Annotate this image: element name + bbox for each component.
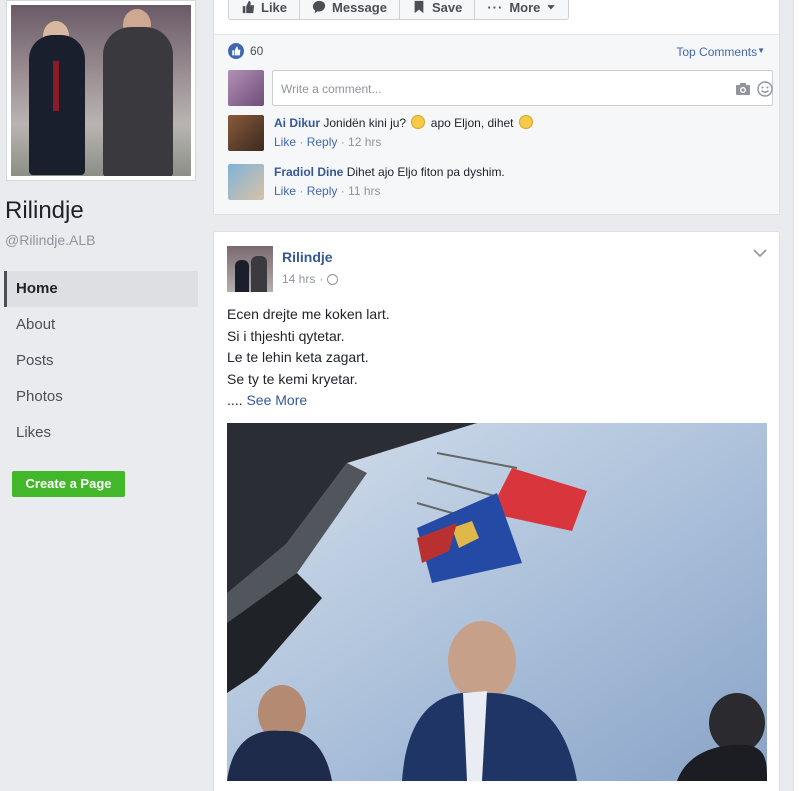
nav-item-likes[interactable]: Likes	[4, 415, 198, 451]
relieved-emoji-icon	[518, 115, 533, 129]
more-label: More	[509, 0, 541, 15]
left-sidebar: Rilindje @Rilindje.ALB Home About Posts …	[0, 0, 205, 791]
comment-item: Fradiol Dine Dihet ajo Eljo fiton pa dys…	[228, 164, 505, 200]
nav-item-photos[interactable]: Photos	[4, 379, 198, 415]
like-reaction-icon	[228, 43, 244, 59]
nav-item-about[interactable]: About	[4, 307, 198, 343]
comment-text-part1: Jonidën kini ju?	[323, 116, 407, 130]
comment-reply-link[interactable]: Reply	[307, 184, 338, 198]
post-text: Ecen drejte me koken lart. Si i thjeshti…	[227, 304, 390, 412]
save-label: Save	[431, 0, 463, 15]
user-avatar[interactable]	[228, 70, 264, 106]
post-card: Rilindje 14 hrs · Ecen drejte me koken l…	[213, 231, 780, 791]
chevron-down-icon	[547, 5, 556, 10]
message-label: Message	[332, 0, 387, 15]
comment-like-link[interactable]: Like	[274, 184, 296, 198]
message-bubble-icon	[312, 0, 326, 14]
post-author-avatar[interactable]	[227, 246, 273, 292]
message-button[interactable]: Message	[300, 0, 400, 19]
profile-photo-image	[11, 5, 191, 176]
save-button[interactable]: Save	[400, 0, 476, 19]
comment-input[interactable]: Write a comment...	[272, 70, 773, 106]
page-handle[interactable]: @Rilindje.ALB	[5, 232, 95, 248]
see-more-link[interactable]: See More	[246, 392, 307, 408]
comment-author[interactable]: Ai Dikur	[274, 116, 320, 130]
post-line: Le te lehin keta zagart.	[227, 349, 369, 365]
comment-author[interactable]: Fradiol Dine	[274, 165, 343, 179]
create-page-button[interactable]: Create a Page	[12, 471, 125, 497]
post-line: Si i thjeshti qytetar.	[227, 327, 345, 344]
commenter-avatar[interactable]	[228, 164, 264, 200]
like-page-button[interactable]: Like	[229, 0, 301, 19]
post-time[interactable]: 14 hrs	[282, 272, 315, 286]
chevron-down-icon[interactable]	[753, 248, 767, 258]
comment-placeholder: Write a comment...	[281, 82, 382, 96]
comment-text: Ai Dikur Jonidën kini ju? apo Eljon, dih…	[274, 115, 535, 131]
bookmark-icon	[414, 0, 424, 14]
post-meta: 14 hrs ·	[282, 272, 339, 286]
comment-item: Ai Dikur Jonidën kini ju? apo Eljon, dih…	[228, 115, 535, 151]
ellipsis-icon: ···	[487, 0, 504, 15]
comment-time[interactable]: 12 hrs	[348, 135, 381, 149]
nav-item-posts[interactable]: Posts	[4, 343, 198, 379]
like-page-label: Like	[261, 0, 288, 15]
camera-icon[interactable]	[735, 81, 751, 97]
previous-post-card: Like Message Save ··· More 60 Top Commen…	[213, 0, 780, 215]
top-comments-dropdown[interactable]: Top Comments▼	[676, 45, 765, 59]
caret-icon: ▼	[757, 46, 765, 55]
comment-body: Dihet ajo Eljo fiton pa dyshim.	[346, 165, 505, 179]
comment-text: Fradiol Dine Dihet ajo Eljo fiton pa dys…	[274, 164, 505, 180]
post-line: Se ty te kemi kryetar.	[227, 370, 358, 387]
top-comments-label: Top Comments	[676, 45, 758, 59]
comment-composer: Write a comment...	[228, 70, 773, 106]
profile-photo[interactable]	[6, 0, 196, 181]
see-more-prefix: ....	[227, 392, 243, 408]
nav-item-home[interactable]: Home	[4, 271, 198, 307]
post-photo-illustration	[227, 423, 767, 781]
comments-section: 60 Top Comments▼ Write a comment... Ai D…	[214, 35, 779, 214]
comment-time[interactable]: 11 hrs	[348, 184, 380, 198]
comment-actions: Like · Reply · 11 hrs	[274, 184, 381, 198]
more-button[interactable]: ··· More	[475, 0, 568, 19]
thumbs-up-icon	[242, 0, 255, 14]
commenter-avatar[interactable]	[228, 115, 264, 151]
emoji-icon[interactable]	[757, 81, 773, 97]
right-column-edge	[793, 0, 800, 791]
comment-like-link[interactable]: Like	[274, 135, 296, 149]
page-action-bar: Like Message Save ··· More	[228, 0, 570, 20]
comment-text-part2: apo Eljon, dihet	[430, 116, 514, 130]
separator: ·	[319, 272, 324, 286]
page-name[interactable]: Rilindje	[5, 197, 84, 225]
globe-icon[interactable]	[327, 273, 339, 285]
reaction-count: 60	[250, 44, 264, 58]
post-author[interactable]: Rilindje	[282, 249, 333, 265]
reactions-summary[interactable]: 60	[228, 43, 263, 59]
comment-reply-link[interactable]: Reply	[307, 135, 338, 149]
page-nav: Home About Posts Photos Likes	[4, 271, 198, 451]
comment-actions: Like · Reply · 12 hrs	[274, 135, 382, 149]
post-photo[interactable]	[227, 423, 767, 781]
post-line: Ecen drejte me koken lart.	[227, 306, 390, 322]
surprised-emoji-icon	[411, 115, 426, 129]
